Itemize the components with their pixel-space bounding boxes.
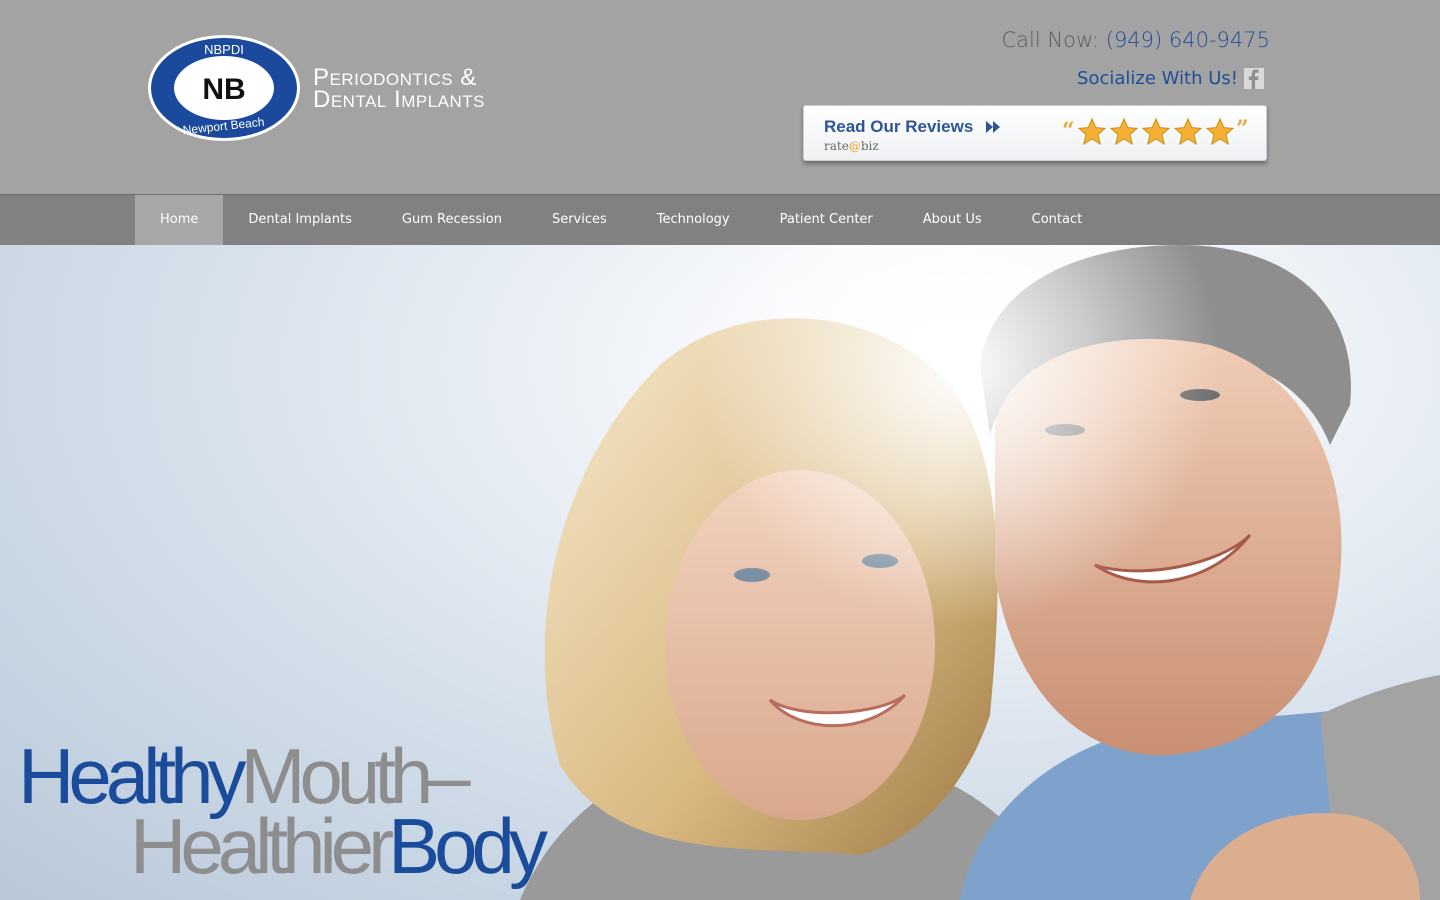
call-now: Call Now: (949) 640-9475 [1002, 28, 1270, 52]
nav-item-contact[interactable]: Contact [1007, 195, 1108, 245]
nav-item-dental-implants[interactable]: Dental Implants [223, 195, 377, 245]
nav-item-patient-center[interactable]: Patient Center [755, 195, 898, 245]
hero-banner: HealthyMouth– HealthierBody [0, 245, 1440, 900]
nav-item-technology[interactable]: Technology [632, 195, 755, 245]
nav-item-services[interactable]: Services [527, 195, 632, 245]
nbpdi-logo-badge: NBPDI NB Newport Beach [148, 35, 300, 141]
call-label: Call Now: [1001, 28, 1100, 52]
ratebiz-logo: rate@biz [824, 139, 879, 153]
star-icon [1142, 118, 1170, 146]
close-quote-icon: ” [1236, 116, 1249, 142]
tagline-line2: HealthierBody [130, 802, 548, 890]
svg-text:NBPDI: NBPDI [204, 42, 244, 57]
star-icon [1110, 118, 1138, 146]
read-reviews-banner[interactable]: Read Our Reviews rate@biz “ ” [803, 105, 1267, 161]
star-icon [1206, 118, 1234, 146]
star-icon [1078, 118, 1106, 146]
double-arrow-icon [986, 121, 1000, 133]
svg-text:NB: NB [202, 73, 245, 106]
star-icon [1174, 118, 1202, 146]
phone-link[interactable]: (949) 640-9475 [1106, 28, 1270, 52]
open-quote-icon: “ [1062, 118, 1075, 144]
facebook-icon[interactable] [1244, 68, 1264, 89]
nav-item-home[interactable]: Home [135, 195, 224, 245]
reviews-label: Read Our Reviews [824, 117, 974, 136]
nav-list: Home Dental Implants Gum Recession Servi… [135, 195, 1107, 245]
star-rating [1078, 118, 1234, 146]
nav-item-about-us[interactable]: About Us [898, 195, 1007, 245]
logo-wordmark: Periodontics & Dental Implants [313, 66, 485, 113]
main-nav: Home Dental Implants Gum Recession Servi… [0, 194, 1440, 245]
hero-tagline: HealthyMouth– HealthierBody [18, 732, 548, 890]
logo-link[interactable]: NBPDI NB Newport Beach Periodontics & De… [146, 34, 506, 144]
social-row: Socialize With Us! [1077, 68, 1264, 89]
logo-line2: Dental Implants [313, 86, 485, 113]
nav-item-gum-recession[interactable]: Gum Recession [377, 195, 527, 245]
site-header: NBPDI NB Newport Beach Periodontics & De… [0, 0, 1440, 194]
tagline-line1: HealthyMouth– [18, 732, 471, 820]
social-label: Socialize With Us! [1077, 68, 1238, 89]
